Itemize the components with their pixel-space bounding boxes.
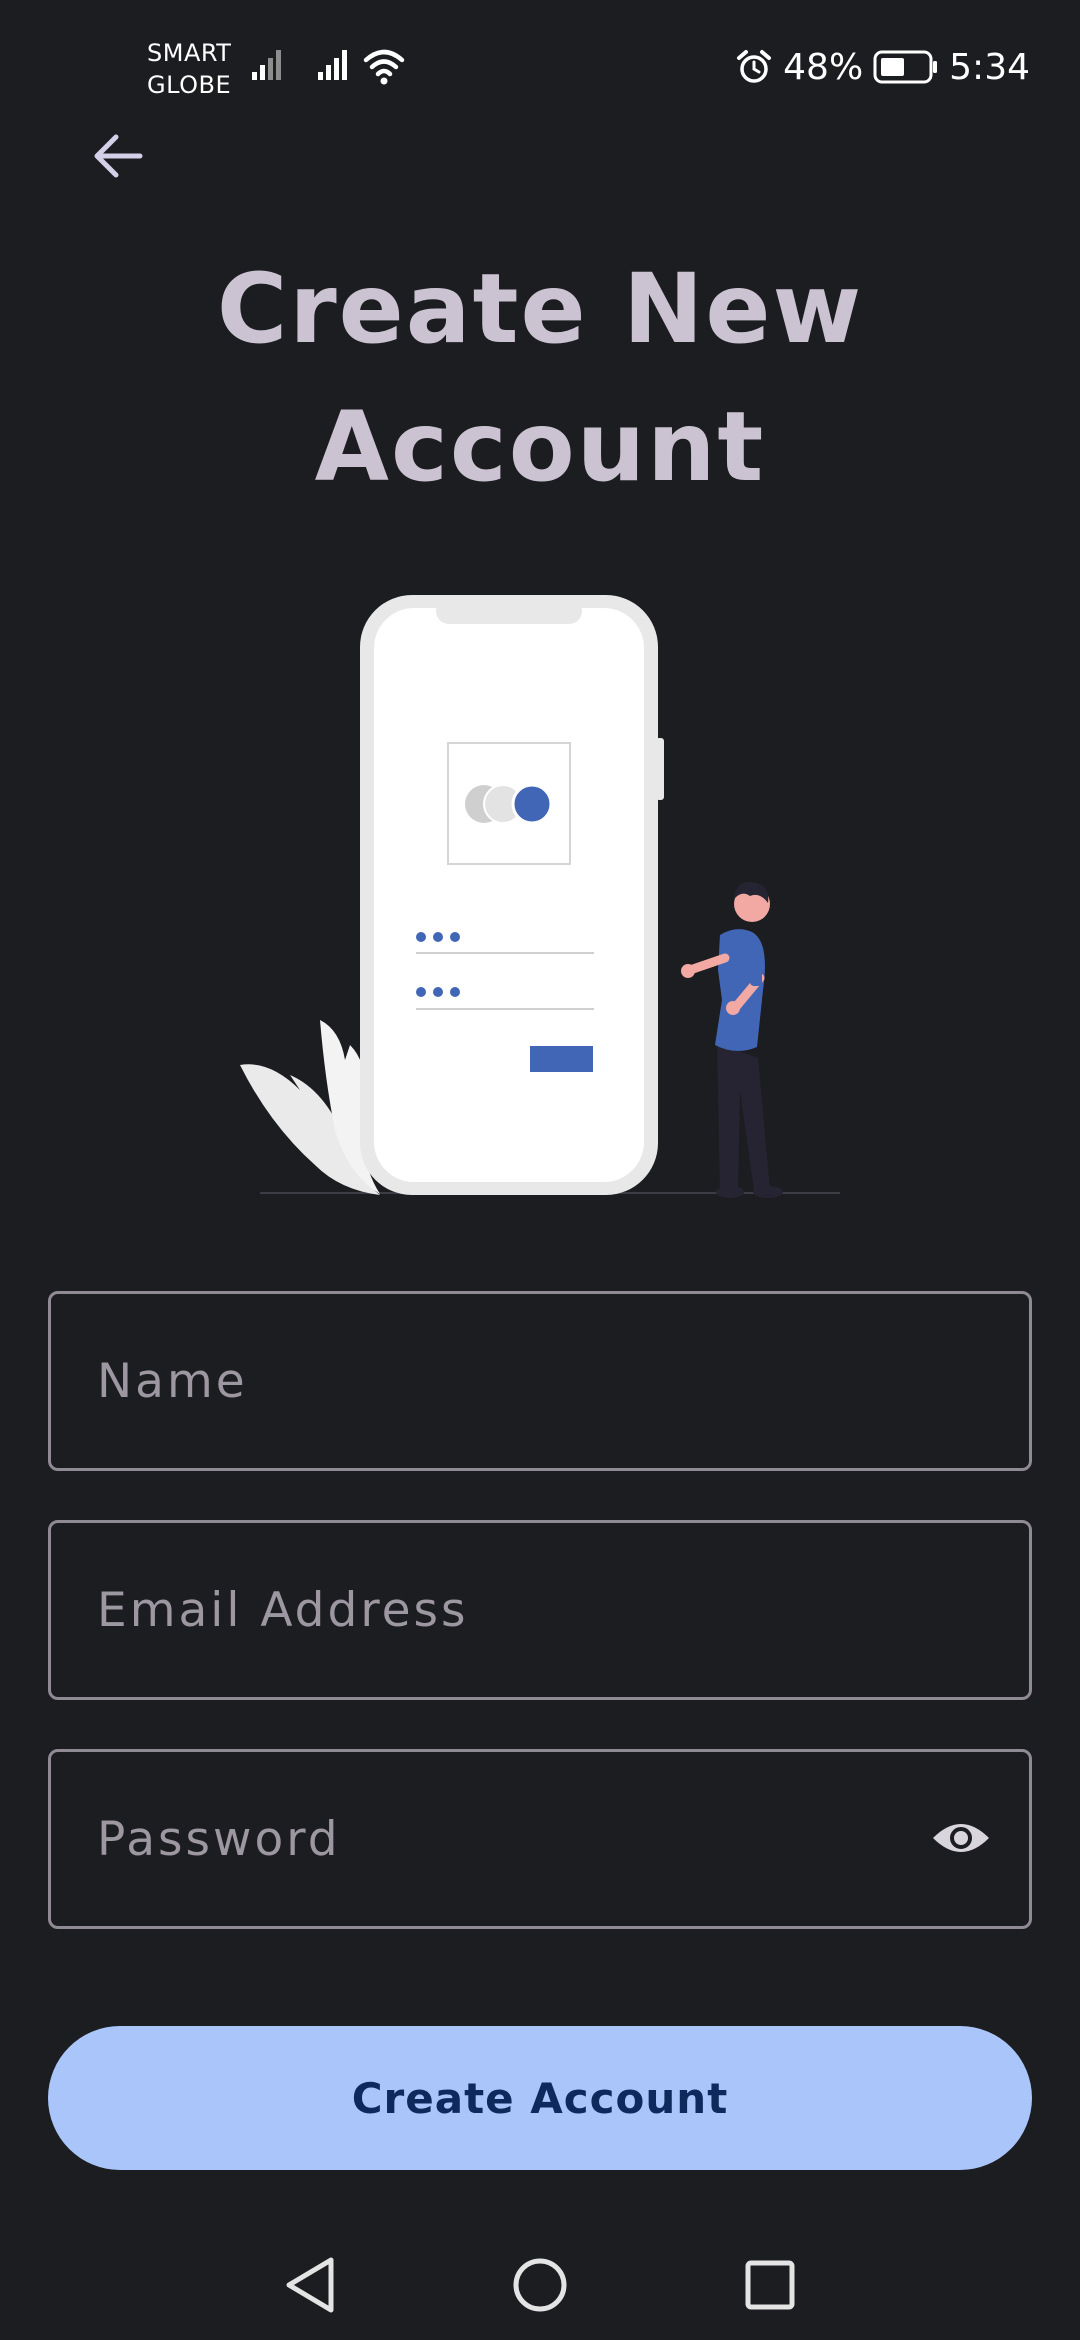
carrier-line1: SMART [147,39,232,67]
carrier-name: SMART GLOBE [147,37,231,101]
circle-home-icon[interactable] [505,2250,575,2320]
create-account-button[interactable]: Create Account [48,2026,1032,2170]
eye-icon[interactable] [931,1814,991,1862]
name-placeholder: Name [97,1353,248,1409]
triangle-back-icon[interactable] [275,2250,345,2320]
square-recents-icon[interactable] [735,2250,805,2320]
carrier-line2: GLOBE [147,71,232,99]
signal-icon [318,50,347,80]
battery-icon [873,50,938,84]
title-line-1: Create New [216,253,864,365]
title-line-2: Account [314,391,766,503]
wifi-icon [363,49,405,85]
password-field[interactable]: Password [48,1749,1032,1929]
arrow-left-icon[interactable] [88,125,150,187]
signal-icon [252,50,281,80]
plant-leaves [240,1020,380,1195]
person-graphic [681,882,783,1198]
email-placeholder: Email Address [97,1582,469,1638]
page-title: Create New Account [0,240,1080,516]
status-right: 48% 5:34 [735,42,1030,92]
email-field[interactable]: Email Address [48,1520,1032,1700]
password-placeholder: Password [97,1811,341,1867]
alarm-icon [737,50,772,83]
system-nav-bar [0,2230,1080,2340]
clock: 5:34 [949,46,1030,88]
battery-percent: 48% [783,46,864,88]
name-field[interactable]: Name [48,1291,1032,1471]
phone-graphic [360,595,664,1195]
status-bar: SMART GLOBE 48% 5:34 [0,0,1080,130]
signup-illustration [240,595,840,1198]
create-account-screen: SMART GLOBE 48% 5:34 Create New Account … [0,0,1080,2340]
